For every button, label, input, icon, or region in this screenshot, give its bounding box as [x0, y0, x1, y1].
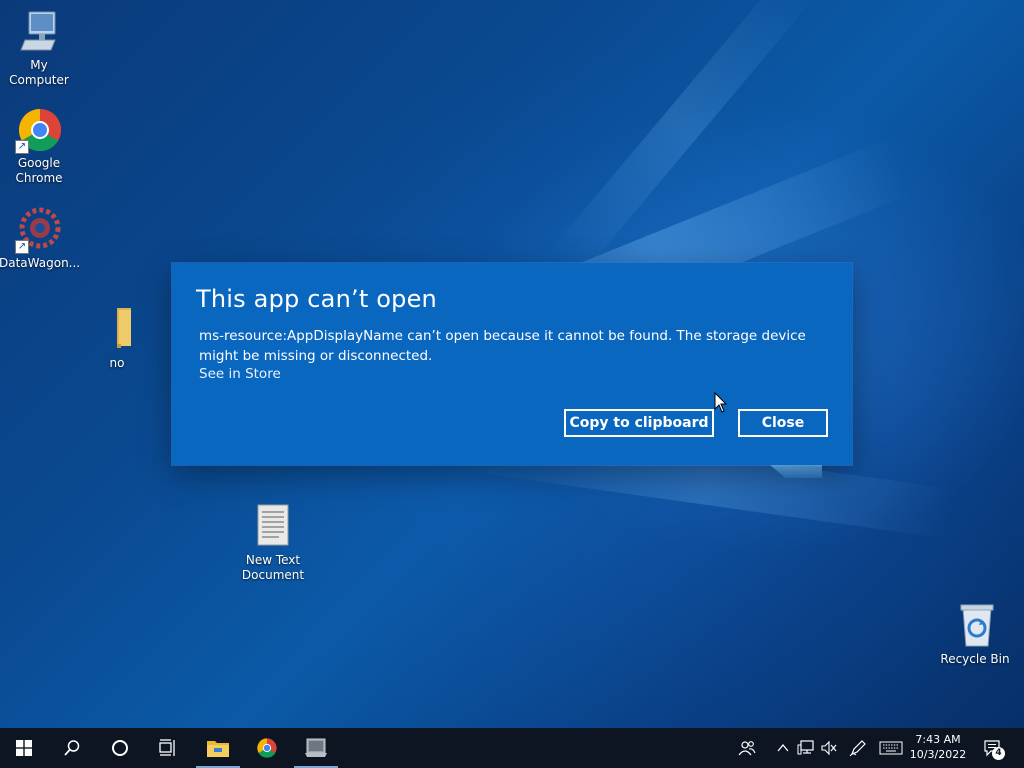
- desktop-icon-recycle-bin[interactable]: Recycle Bin: [935, 602, 1015, 667]
- clock-time: 7:43 AM: [915, 733, 961, 746]
- shortcut-arrow-icon: ↗: [15, 140, 29, 154]
- desktop-icon-my-computer[interactable]: My Computer: [0, 8, 79, 88]
- chrome-icon: ↗: [15, 106, 63, 154]
- desktop-icon-label: DataWagon...: [0, 256, 81, 270]
- clock-date: 10/3/2022: [909, 748, 967, 761]
- start-button[interactable]: [0, 728, 48, 768]
- pen-icon[interactable]: [848, 738, 868, 758]
- taskbar-chrome[interactable]: [243, 728, 291, 768]
- desktop-icon-google-chrome[interactable]: ↗ Google Chrome: [0, 106, 79, 186]
- dialog-title: This app can’t open: [196, 285, 437, 313]
- desktop-icon-label: Google Chrome: [15, 156, 63, 185]
- computer-icon: [15, 8, 63, 56]
- see-in-store-link[interactable]: See in Store: [199, 366, 281, 382]
- close-button[interactable]: Close: [738, 409, 828, 437]
- desktop-icon-label: My Computer: [9, 58, 69, 87]
- app-window-icon: [305, 738, 327, 757]
- recycle-bin-icon: [951, 602, 999, 650]
- taskbar-app-window[interactable]: [292, 728, 340, 768]
- notification-count-badge: 4: [992, 747, 1005, 760]
- network-icon[interactable]: [796, 738, 816, 758]
- desktop-icon-no-folder[interactable]: no: [77, 306, 157, 371]
- chevron-up-icon[interactable]: [773, 738, 793, 758]
- people-icon[interactable]: [737, 738, 757, 758]
- folder-icon: [93, 306, 141, 354]
- copy-to-clipboard-button[interactable]: Copy to clipboard: [564, 409, 714, 437]
- keyboard-icon[interactable]: [878, 738, 904, 758]
- chrome-icon: [257, 738, 277, 758]
- file-explorer-icon: [207, 741, 229, 757]
- dialog-message: ms-resource:AppDisplayName can’t open be…: [199, 328, 806, 364]
- desktop-icon-label: New Text Document: [241, 553, 305, 582]
- desktop-icon-label: Recycle Bin: [940, 652, 1010, 666]
- volume-muted-icon[interactable]: [819, 738, 839, 758]
- start-icon: [16, 740, 32, 756]
- shortcut-arrow-icon: ↗: [15, 240, 29, 254]
- error-dialog: This app can’t open ms-resource:AppDispl…: [172, 263, 852, 465]
- search-icon: [64, 740, 80, 756]
- desktop-icon-label: no: [109, 356, 125, 370]
- cortana-button[interactable]: [96, 728, 144, 768]
- desktop-icon-new-text-document[interactable]: New Text Document: [233, 503, 313, 583]
- mouse-cursor-icon: [714, 391, 728, 414]
- task-view-icon: [159, 739, 175, 756]
- datawagon-icon: ↗: [15, 206, 63, 254]
- cortana-icon: [112, 740, 128, 756]
- desktop-icon-datawagon[interactable]: ↗ DataWagon...: [0, 206, 81, 271]
- taskbar: 7:43 AM 10/3/2022 4: [0, 728, 1024, 768]
- taskbar-file-explorer[interactable]: [194, 728, 242, 768]
- taskbar-clock[interactable]: 7:43 AM 10/3/2022: [906, 732, 970, 762]
- search-button[interactable]: [48, 728, 96, 768]
- task-view-button[interactable]: [144, 728, 192, 768]
- text-document-icon: [249, 503, 297, 551]
